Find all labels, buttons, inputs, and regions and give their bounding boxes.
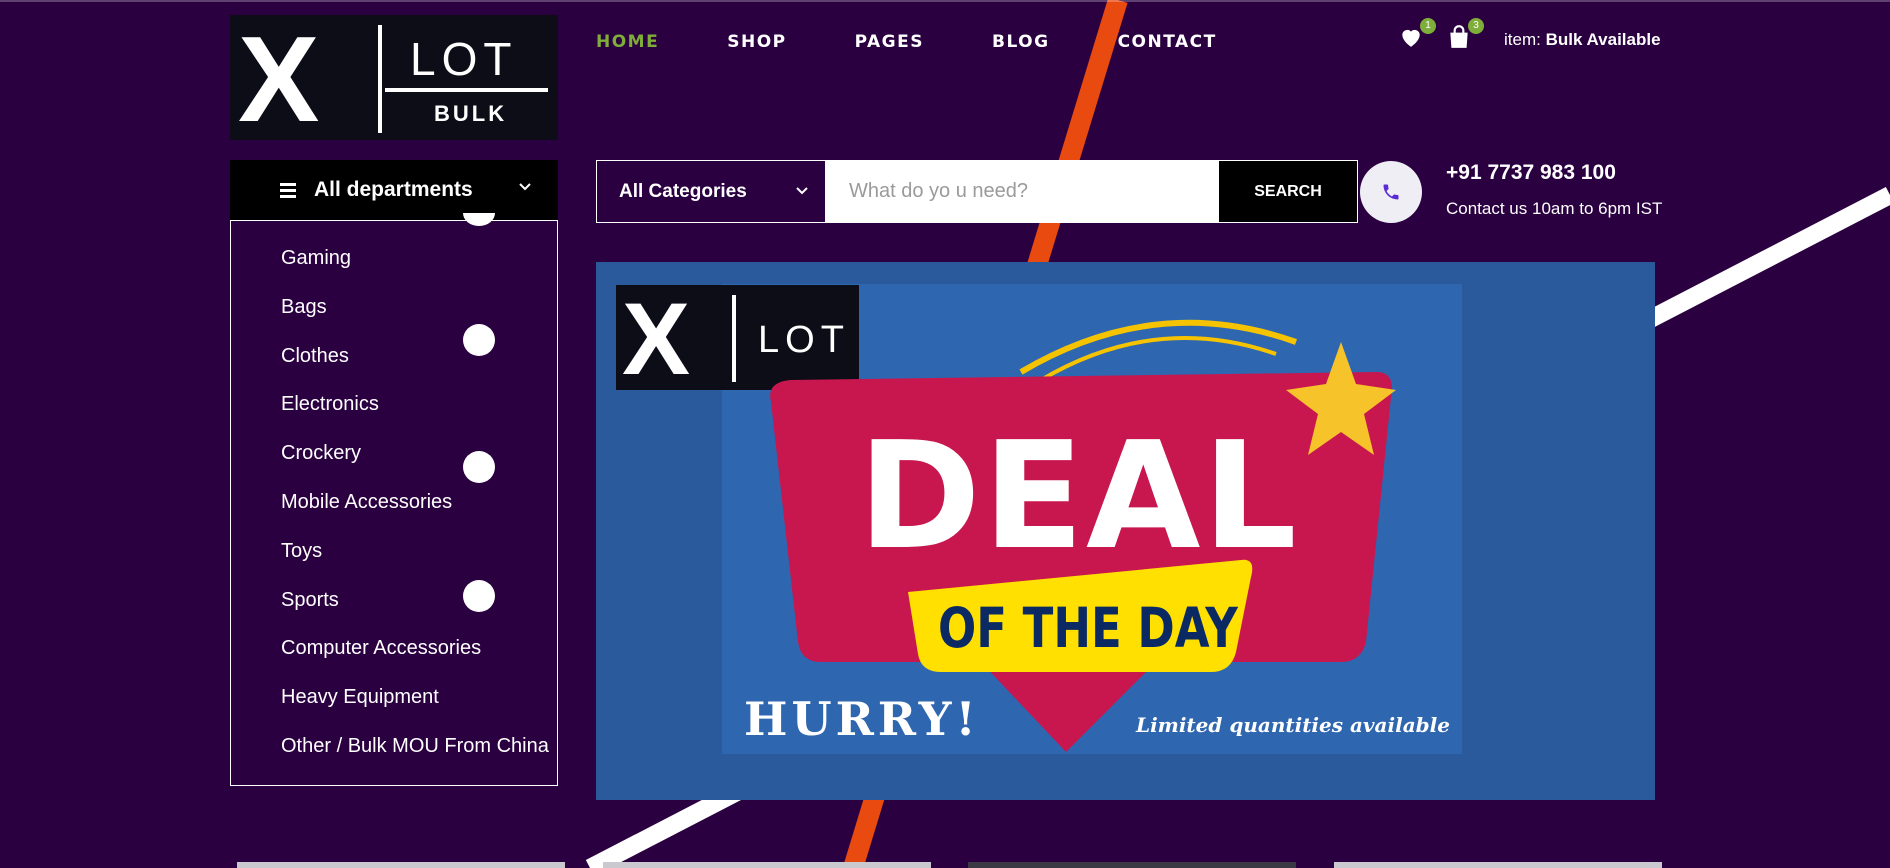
product-thumb[interactable] bbox=[237, 862, 565, 868]
header-icons: 1 3 bbox=[1398, 18, 1484, 50]
dept-item-toys[interactable]: Toys bbox=[231, 532, 557, 581]
chevron-down-icon bbox=[519, 183, 531, 191]
search-bar: All Categories SEARCH bbox=[596, 160, 1358, 223]
product-thumb[interactable] bbox=[603, 862, 931, 868]
nav-pages[interactable]: PAGES bbox=[855, 32, 924, 52]
wishlist-button[interactable]: 1 bbox=[1398, 18, 1436, 50]
nav-blog[interactable]: BLOG bbox=[992, 32, 1050, 52]
nav-home[interactable]: HOME bbox=[596, 32, 659, 52]
dept-item-computer-accessories[interactable]: Computer Accessories bbox=[231, 629, 557, 678]
hamburger-icon bbox=[280, 180, 296, 201]
dept-item-gaming[interactable]: Gaming bbox=[231, 239, 557, 288]
dept-item-heavy-equipment[interactable]: Heavy Equipment bbox=[231, 678, 557, 727]
departments-title: All departments bbox=[314, 178, 473, 201]
all-departments-toggle[interactable]: All departments bbox=[230, 160, 558, 220]
item-prefix: item: bbox=[1504, 30, 1541, 49]
chevron-down-icon bbox=[796, 187, 808, 195]
dept-item-bags[interactable]: Bags bbox=[231, 288, 557, 337]
banner-logo-letter: X bbox=[622, 282, 690, 396]
dept-item-sports[interactable]: Sports bbox=[231, 581, 557, 630]
banner-note: Limited quantities available bbox=[1135, 713, 1450, 737]
product-thumb[interactable] bbox=[968, 862, 1296, 868]
decorative-dot bbox=[463, 324, 495, 356]
site-logo[interactable]: X LOT BULK bbox=[230, 11, 558, 147]
dept-item-other-bulk[interactable]: Other / Bulk MOU From China bbox=[231, 727, 557, 776]
logo-letter: X bbox=[238, 15, 319, 140]
phone-number[interactable]: +91 7737 983 100 bbox=[1446, 161, 1616, 185]
dept-item-crockery[interactable]: Crockery bbox=[231, 434, 557, 483]
search-input[interactable] bbox=[825, 161, 1219, 222]
contact-hours: Contact us 10am to 6pm IST bbox=[1446, 199, 1663, 218]
dept-item-mobile-accessories[interactable]: Mobile Accessories bbox=[231, 483, 557, 532]
main-nav: HOME SHOP PAGES BLOG CONTACT bbox=[596, 32, 1285, 52]
dept-item-clothes[interactable]: Clothes bbox=[231, 337, 557, 386]
cart-button[interactable]: 3 bbox=[1446, 18, 1484, 50]
decorative-dot bbox=[463, 580, 495, 612]
nav-shop[interactable]: SHOP bbox=[727, 32, 786, 52]
hero-banner[interactable]: X LOT DEAL OF THE DAY HURRY! Limited qua… bbox=[596, 262, 1655, 800]
banner-headline: DEAL bbox=[858, 410, 1299, 582]
cart-badge: 3 bbox=[1468, 18, 1484, 34]
category-label: All Categories bbox=[619, 180, 747, 202]
banner-subheadline: OF THE DAY bbox=[938, 596, 1238, 661]
dept-item-electronics[interactable]: Electronics bbox=[231, 385, 557, 434]
nav-contact[interactable]: CONTACT bbox=[1118, 32, 1217, 52]
header-item-status: item: Bulk Available bbox=[1504, 30, 1661, 50]
banner-cta: HURRY! bbox=[744, 692, 980, 746]
banner-logo-word: LOT bbox=[758, 319, 850, 361]
product-thumb[interactable] bbox=[1334, 862, 1662, 868]
category-select[interactable]: All Categories bbox=[597, 161, 825, 222]
logo-word: LOT bbox=[410, 33, 517, 85]
decorative-dot bbox=[463, 451, 495, 483]
departments-list: Gaming Bags Clothes Electronics Crockery… bbox=[230, 220, 558, 786]
phone-button[interactable] bbox=[1360, 161, 1422, 223]
wishlist-badge: 1 bbox=[1420, 18, 1436, 34]
phone-icon bbox=[1383, 184, 1399, 200]
logo-sub: BULK bbox=[434, 101, 507, 126]
item-value: Bulk Available bbox=[1545, 30, 1661, 49]
search-button[interactable]: SEARCH bbox=[1219, 161, 1357, 222]
